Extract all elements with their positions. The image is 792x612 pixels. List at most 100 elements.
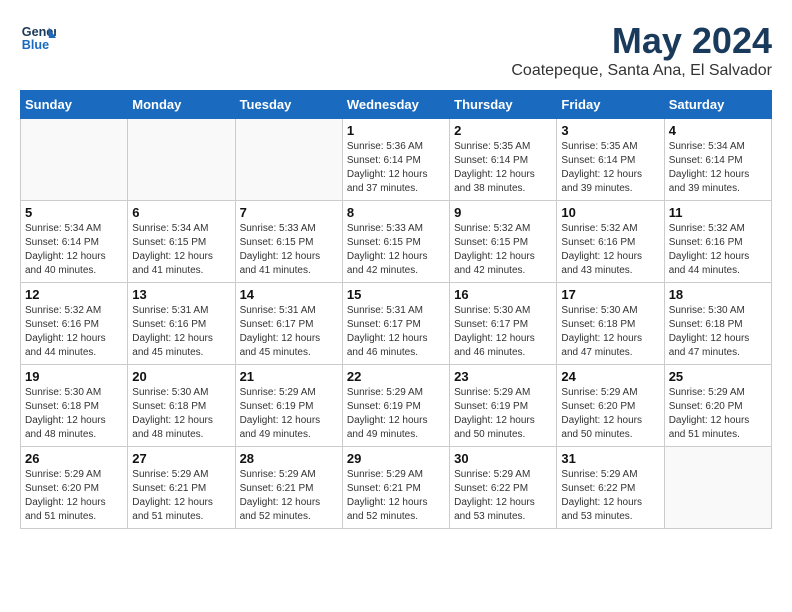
calendar-cell: 11 Sunrise: 5:32 AM Sunset: 6:16 PM Dayli… <box>664 201 771 283</box>
weekday-header-row: SundayMondayTuesdayWednesdayThursdayFrid… <box>21 91 772 119</box>
day-info: Sunrise: 5:30 AM Sunset: 6:18 PM Dayligh… <box>132 386 230 442</box>
page-header: General Blue May 2024 Coatepeque, Santa … <box>20 20 772 80</box>
calendar-cell: 19 Sunrise: 5:30 AM Sunset: 6:18 PM Dayli… <box>21 365 128 447</box>
day-number: 31 <box>561 451 659 466</box>
calendar-week-row: 12Sunrise: 5:32 AM Sunset: 6:16 PM Dayli… <box>21 283 772 365</box>
day-info: Sunrise: 5:32 AM Sunset: 6:16 PM Dayligh… <box>561 222 659 278</box>
location-title: Coatepeque, Santa Ana, El Salvador <box>511 62 772 80</box>
day-info: Sunrise: 5:30 AM Sunset: 6:18 PM Dayligh… <box>669 304 767 360</box>
calendar-cell: 27 Sunrise: 5:29 AM Sunset: 6:21 PM Dayli… <box>128 447 235 529</box>
day-info: Sunrise: 5:35 AM Sunset: 6:14 PM Dayligh… <box>561 140 659 196</box>
day-number: 30 <box>454 451 552 466</box>
day-info: Sunrise: 5:36 AM Sunset: 6:14 PM Dayligh… <box>347 140 445 196</box>
calendar-table: SundayMondayTuesdayWednesdayThursdayFrid… <box>20 90 772 529</box>
calendar-cell: 4 Sunrise: 5:34 AM Sunset: 6:14 PM Daylig… <box>664 119 771 201</box>
day-number: 29 <box>347 451 445 466</box>
calendar-week-row: 1 Sunrise: 5:36 AM Sunset: 6:14 PM Daylig… <box>21 119 772 201</box>
month-title: May 2024 <box>511 20 772 62</box>
calendar-cell: 20 Sunrise: 5:30 AM Sunset: 6:18 PM Dayli… <box>128 365 235 447</box>
day-number: 15 <box>347 287 445 302</box>
day-info: Sunrise: 5:29 AM Sunset: 6:19 PM Dayligh… <box>240 386 338 442</box>
calendar-cell: 18 Sunrise: 5:30 AM Sunset: 6:18 PM Dayli… <box>664 283 771 365</box>
day-info: Sunrise: 5:29 AM Sunset: 6:20 PM Dayligh… <box>561 386 659 442</box>
day-number: 18 <box>669 287 767 302</box>
day-info: Sunrise: 5:32 AM Sunset: 6:15 PM Dayligh… <box>454 222 552 278</box>
day-number: 11 <box>669 205 767 220</box>
day-info: Sunrise: 5:29 AM Sunset: 6:19 PM Dayligh… <box>454 386 552 442</box>
weekday-header: Friday <box>557 91 664 119</box>
calendar-cell: 23 Sunrise: 5:29 AM Sunset: 6:19 PM Dayli… <box>450 365 557 447</box>
day-number: 13 <box>132 287 230 302</box>
day-number: 10 <box>561 205 659 220</box>
calendar-cell: 5 Sunrise: 5:34 AM Sunset: 6:14 PM Daylig… <box>21 201 128 283</box>
day-info: Sunrise: 5:29 AM Sunset: 6:21 PM Dayligh… <box>347 468 445 524</box>
day-info: Sunrise: 5:34 AM Sunset: 6:14 PM Dayligh… <box>669 140 767 196</box>
day-number: 1 <box>347 123 445 138</box>
weekday-header: Saturday <box>664 91 771 119</box>
day-info: Sunrise: 5:30 AM Sunset: 6:18 PM Dayligh… <box>561 304 659 360</box>
day-number: 2 <box>454 123 552 138</box>
calendar-cell: 31 Sunrise: 5:29 AM Sunset: 6:22 PM Dayli… <box>557 447 664 529</box>
day-number: 27 <box>132 451 230 466</box>
calendar-cell: 10 Sunrise: 5:32 AM Sunset: 6:16 PM Dayli… <box>557 201 664 283</box>
calendar-cell: 30 Sunrise: 5:29 AM Sunset: 6:22 PM Dayli… <box>450 447 557 529</box>
day-info: Sunrise: 5:29 AM Sunset: 6:22 PM Dayligh… <box>561 468 659 524</box>
day-number: 14 <box>240 287 338 302</box>
day-number: 20 <box>132 369 230 384</box>
day-number: 19 <box>25 369 123 384</box>
weekday-header: Tuesday <box>235 91 342 119</box>
calendar-cell: 22Sunrise: 5:29 AM Sunset: 6:19 PM Dayli… <box>342 365 449 447</box>
calendar-cell: 2 Sunrise: 5:35 AM Sunset: 6:14 PM Daylig… <box>450 119 557 201</box>
day-number: 25 <box>669 369 767 384</box>
calendar-cell: 3Sunrise: 5:35 AM Sunset: 6:14 PM Daylig… <box>557 119 664 201</box>
day-info: Sunrise: 5:30 AM Sunset: 6:17 PM Dayligh… <box>454 304 552 360</box>
day-info: Sunrise: 5:31 AM Sunset: 6:17 PM Dayligh… <box>347 304 445 360</box>
day-info: Sunrise: 5:30 AM Sunset: 6:18 PM Dayligh… <box>25 386 123 442</box>
day-number: 24 <box>561 369 659 384</box>
calendar-cell: 17 Sunrise: 5:30 AM Sunset: 6:18 PM Dayli… <box>557 283 664 365</box>
calendar-cell <box>664 447 771 529</box>
calendar-cell: 13 Sunrise: 5:31 AM Sunset: 6:16 PM Dayli… <box>128 283 235 365</box>
day-info: Sunrise: 5:29 AM Sunset: 6:21 PM Dayligh… <box>132 468 230 524</box>
logo: General Blue <box>20 20 56 56</box>
day-info: Sunrise: 5:29 AM Sunset: 6:20 PM Dayligh… <box>669 386 767 442</box>
day-info: Sunrise: 5:31 AM Sunset: 6:16 PM Dayligh… <box>132 304 230 360</box>
logo-icon: General Blue <box>20 20 56 56</box>
day-number: 12 <box>25 287 123 302</box>
calendar-cell: 12Sunrise: 5:32 AM Sunset: 6:16 PM Dayli… <box>21 283 128 365</box>
calendar-cell: 6Sunrise: 5:34 AM Sunset: 6:15 PM Daylig… <box>128 201 235 283</box>
calendar-week-row: 19 Sunrise: 5:30 AM Sunset: 6:18 PM Dayli… <box>21 365 772 447</box>
calendar-cell <box>128 119 235 201</box>
calendar-cell: 28 Sunrise: 5:29 AM Sunset: 6:21 PM Dayli… <box>235 447 342 529</box>
day-number: 26 <box>25 451 123 466</box>
title-block: May 2024 Coatepeque, Santa Ana, El Salva… <box>511 20 772 80</box>
day-number: 23 <box>454 369 552 384</box>
day-number: 17 <box>561 287 659 302</box>
day-number: 28 <box>240 451 338 466</box>
day-info: Sunrise: 5:33 AM Sunset: 6:15 PM Dayligh… <box>347 222 445 278</box>
calendar-cell: 16 Sunrise: 5:30 AM Sunset: 6:17 PM Dayli… <box>450 283 557 365</box>
calendar-week-row: 26Sunrise: 5:29 AM Sunset: 6:20 PM Dayli… <box>21 447 772 529</box>
calendar-week-row: 5 Sunrise: 5:34 AM Sunset: 6:14 PM Daylig… <box>21 201 772 283</box>
calendar-cell: 24 Sunrise: 5:29 AM Sunset: 6:20 PM Dayli… <box>557 365 664 447</box>
calendar-cell: 14Sunrise: 5:31 AM Sunset: 6:17 PM Dayli… <box>235 283 342 365</box>
day-info: Sunrise: 5:29 AM Sunset: 6:19 PM Dayligh… <box>347 386 445 442</box>
calendar-cell: 15 Sunrise: 5:31 AM Sunset: 6:17 PM Dayli… <box>342 283 449 365</box>
calendar-cell: 1 Sunrise: 5:36 AM Sunset: 6:14 PM Daylig… <box>342 119 449 201</box>
day-info: Sunrise: 5:34 AM Sunset: 6:15 PM Dayligh… <box>132 222 230 278</box>
calendar-cell <box>235 119 342 201</box>
calendar-cell: 8Sunrise: 5:33 AM Sunset: 6:15 PM Daylig… <box>342 201 449 283</box>
day-info: Sunrise: 5:33 AM Sunset: 6:15 PM Dayligh… <box>240 222 338 278</box>
day-info: Sunrise: 5:34 AM Sunset: 6:14 PM Dayligh… <box>25 222 123 278</box>
day-number: 5 <box>25 205 123 220</box>
weekday-header: Monday <box>128 91 235 119</box>
calendar-cell: 9Sunrise: 5:32 AM Sunset: 6:15 PM Daylig… <box>450 201 557 283</box>
weekday-header: Wednesday <box>342 91 449 119</box>
day-number: 16 <box>454 287 552 302</box>
day-info: Sunrise: 5:35 AM Sunset: 6:14 PM Dayligh… <box>454 140 552 196</box>
day-number: 4 <box>669 123 767 138</box>
day-info: Sunrise: 5:29 AM Sunset: 6:22 PM Dayligh… <box>454 468 552 524</box>
day-info: Sunrise: 5:29 AM Sunset: 6:21 PM Dayligh… <box>240 468 338 524</box>
day-info: Sunrise: 5:32 AM Sunset: 6:16 PM Dayligh… <box>669 222 767 278</box>
calendar-cell: 7Sunrise: 5:33 AM Sunset: 6:15 PM Daylig… <box>235 201 342 283</box>
